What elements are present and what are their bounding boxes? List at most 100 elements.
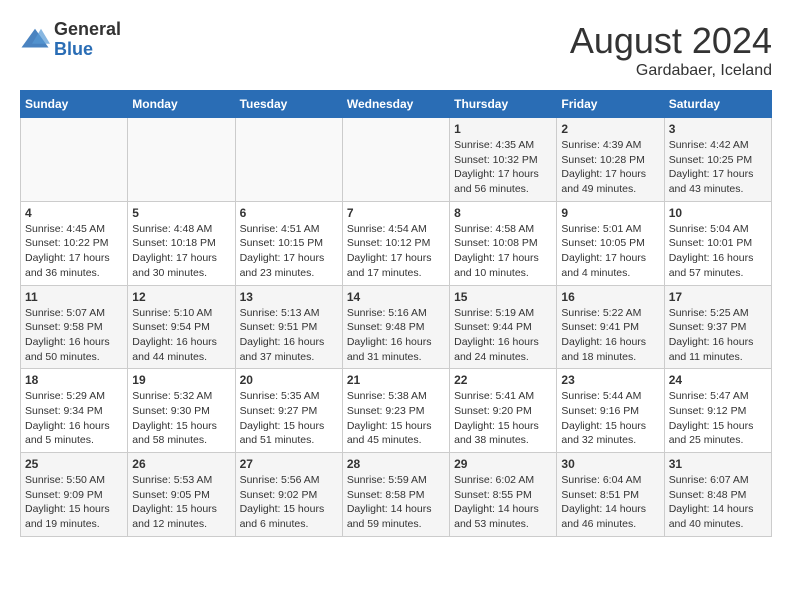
calendar-cell: 25 Sunrise: 5:50 AMSunset: 9:09 PMDayligh… [21,453,128,537]
day-info: Sunrise: 5:35 AMSunset: 9:27 PMDaylight:… [240,389,338,448]
day-number: 22 [454,373,552,387]
day-info: Sunrise: 4:35 AMSunset: 10:32 PMDaylight… [454,138,552,197]
day-number: 17 [669,290,767,304]
calendar-day-header: Saturday [664,91,771,118]
day-info: Sunrise: 6:02 AMSunset: 8:55 PMDaylight:… [454,473,552,532]
day-info: Sunrise: 4:51 AMSunset: 10:15 PMDaylight… [240,222,338,281]
day-number: 16 [561,290,659,304]
day-info: Sunrise: 5:10 AMSunset: 9:54 PMDaylight:… [132,306,230,365]
calendar-cell [235,118,342,202]
calendar-cell [21,118,128,202]
calendar-cell: 24Sunrise: 5:47 AMSunset: 9:12 PMDayligh… [664,369,771,453]
day-number: 27 [240,457,338,471]
day-info: Sunrise: 6:07 AMSunset: 8:48 PMDaylight:… [669,473,767,532]
calendar-cell: 16 Sunrise: 5:22 AMSunset: 9:41 PMDayligh… [557,285,664,369]
calendar-cell: 5 Sunrise: 4:48 AMSunset: 10:18 PMDayligh… [128,201,235,285]
day-number: 12 [132,290,230,304]
calendar-cell: 9 Sunrise: 5:01 AMSunset: 10:05 PMDayligh… [557,201,664,285]
day-number: 23 [561,373,659,387]
day-info: Sunrise: 4:58 AMSunset: 10:08 PMDaylight… [454,222,552,281]
calendar-day-header: Sunday [21,91,128,118]
calendar-week-row: 4 Sunrise: 4:45 AMSunset: 10:22 PMDayligh… [21,201,772,285]
calendar-week-row: 11Sunrise: 5:07 AMSunset: 9:58 PMDayligh… [21,285,772,369]
day-info: Sunrise: 5:53 AMSunset: 9:05 PMDaylight:… [132,473,230,532]
calendar-cell: 30 Sunrise: 6:04 AMSunset: 8:51 PMDayligh… [557,453,664,537]
calendar-day-header: Thursday [450,91,557,118]
day-number: 28 [347,457,445,471]
calendar-cell: 8 Sunrise: 4:58 AMSunset: 10:08 PMDayligh… [450,201,557,285]
calendar-cell: 3Sunrise: 4:42 AMSunset: 10:25 PMDayligh… [664,118,771,202]
logo-blue-text: Blue [54,40,121,60]
title-block: August 2024 Gardabaer, Iceland [570,20,772,80]
day-info: Sunrise: 5:44 AMSunset: 9:16 PMDaylight:… [561,389,659,448]
calendar-cell: 27 Sunrise: 5:56 AMSunset: 9:02 PMDayligh… [235,453,342,537]
day-number: 4 [25,206,123,220]
day-number: 6 [240,206,338,220]
calendar-cell: 26 Sunrise: 5:53 AMSunset: 9:05 PMDayligh… [128,453,235,537]
day-info: Sunrise: 5:19 AMSunset: 9:44 PMDaylight:… [454,306,552,365]
calendar-cell: 11Sunrise: 5:07 AMSunset: 9:58 PMDayligh… [21,285,128,369]
day-info: Sunrise: 5:59 AMSunset: 8:58 PMDaylight:… [347,473,445,532]
calendar-cell: 22 Sunrise: 5:41 AMSunset: 9:20 PMDayligh… [450,369,557,453]
calendar-day-header: Tuesday [235,91,342,118]
day-info: Sunrise: 5:32 AMSunset: 9:30 PMDaylight:… [132,389,230,448]
day-info: Sunrise: 4:45 AMSunset: 10:22 PMDaylight… [25,222,123,281]
calendar-week-row: 25 Sunrise: 5:50 AMSunset: 9:09 PMDayligh… [21,453,772,537]
day-number: 9 [561,206,659,220]
calendar-cell: 29Sunrise: 6:02 AMSunset: 8:55 PMDayligh… [450,453,557,537]
day-info: Sunrise: 4:42 AMSunset: 10:25 PMDaylight… [669,138,767,197]
calendar-day-header: Monday [128,91,235,118]
day-number: 14 [347,290,445,304]
calendar-week-row: 1Sunrise: 4:35 AMSunset: 10:32 PMDayligh… [21,118,772,202]
day-number: 15 [454,290,552,304]
location-title: Gardabaer, Iceland [570,62,772,80]
calendar-cell: 21Sunrise: 5:38 AMSunset: 9:23 PMDayligh… [342,369,449,453]
calendar-cell [342,118,449,202]
calendar-cell [128,118,235,202]
calendar-cell: 4 Sunrise: 4:45 AMSunset: 10:22 PMDayligh… [21,201,128,285]
day-number: 13 [240,290,338,304]
month-year-title: August 2024 [570,20,772,62]
day-number: 31 [669,457,767,471]
day-info: Sunrise: 4:48 AMSunset: 10:18 PMDaylight… [132,222,230,281]
day-number: 25 [25,457,123,471]
calendar-cell: 2 Sunrise: 4:39 AMSunset: 10:28 PMDayligh… [557,118,664,202]
day-number: 7 [347,206,445,220]
day-number: 19 [132,373,230,387]
logo-icon [20,25,50,55]
day-number: 2 [561,122,659,136]
calendar-cell: 17Sunrise: 5:25 AMSunset: 9:37 PMDayligh… [664,285,771,369]
logo-text: General Blue [54,20,121,60]
calendar-day-header: Friday [557,91,664,118]
calendar-cell: 28 Sunrise: 5:59 AMSunset: 8:58 PMDayligh… [342,453,449,537]
day-info: Sunrise: 5:50 AMSunset: 9:09 PMDaylight:… [25,473,123,532]
logo-general-text: General [54,20,121,40]
day-number: 8 [454,206,552,220]
logo: General Blue [20,20,121,60]
day-number: 10 [669,206,767,220]
calendar-week-row: 18 Sunrise: 5:29 AMSunset: 9:34 PMDayligh… [21,369,772,453]
calendar-cell: 1Sunrise: 4:35 AMSunset: 10:32 PMDayligh… [450,118,557,202]
day-info: Sunrise: 5:29 AMSunset: 9:34 PMDaylight:… [25,389,123,448]
calendar-cell: 12 Sunrise: 5:10 AMSunset: 9:54 PMDayligh… [128,285,235,369]
day-number: 11 [25,290,123,304]
calendar-day-header: Wednesday [342,91,449,118]
calendar-cell: 7Sunrise: 4:54 AMSunset: 10:12 PMDayligh… [342,201,449,285]
day-number: 5 [132,206,230,220]
calendar-cell: 10Sunrise: 5:04 AMSunset: 10:01 PMDaylig… [664,201,771,285]
page-header: General Blue August 2024 Gardabaer, Icel… [20,20,772,80]
calendar-cell: 19 Sunrise: 5:32 AMSunset: 9:30 PMDayligh… [128,369,235,453]
day-info: Sunrise: 5:41 AMSunset: 9:20 PMDaylight:… [454,389,552,448]
day-number: 18 [25,373,123,387]
day-number: 26 [132,457,230,471]
day-info: Sunrise: 5:56 AMSunset: 9:02 PMDaylight:… [240,473,338,532]
day-info: Sunrise: 4:39 AMSunset: 10:28 PMDaylight… [561,138,659,197]
day-number: 30 [561,457,659,471]
calendar-cell: 13Sunrise: 5:13 AMSunset: 9:51 PMDayligh… [235,285,342,369]
day-info: Sunrise: 5:01 AMSunset: 10:05 PMDaylight… [561,222,659,281]
day-info: Sunrise: 5:22 AMSunset: 9:41 PMDaylight:… [561,306,659,365]
calendar-header-row: SundayMondayTuesdayWednesdayThursdayFrid… [21,91,772,118]
day-info: Sunrise: 6:04 AMSunset: 8:51 PMDaylight:… [561,473,659,532]
calendar-cell: 20Sunrise: 5:35 AMSunset: 9:27 PMDayligh… [235,369,342,453]
calendar-table: SundayMondayTuesdayWednesdayThursdayFrid… [20,90,772,537]
